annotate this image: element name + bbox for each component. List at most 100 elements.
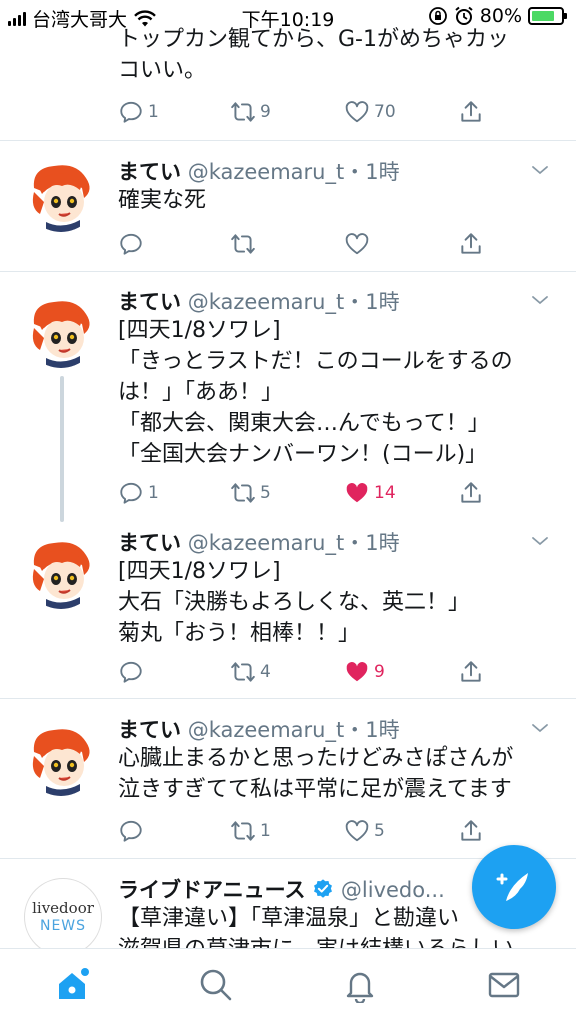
- retweet-count: 5: [260, 483, 271, 503]
- thread-connector-line: [60, 376, 64, 522]
- retweet-icon: [231, 821, 255, 841]
- share-button[interactable]: [458, 478, 484, 508]
- tweet-text-line: [四天1/8ソワレ]: [118, 318, 281, 343]
- alarm-icon: [455, 6, 473, 25]
- display-name[interactable]: まてい: [118, 290, 181, 314]
- share-button[interactable]: [458, 816, 484, 846]
- share-icon: [461, 661, 481, 682]
- retweet-button[interactable]: [230, 229, 256, 259]
- tweet-time: ・1時: [344, 531, 400, 555]
- tweet-text-line: 心臓止まるかと思ったけどみさぽさんが: [118, 746, 514, 771]
- reply-button[interactable]: [118, 229, 144, 259]
- share-icon: [461, 101, 481, 122]
- user-handle[interactable]: @kazeemaru_t: [188, 160, 345, 184]
- tweet-text-line: 大石「決勝もよろしくな、英二！」: [118, 590, 471, 615]
- tweet-header: まてい @kazeemaru_t・1時: [118, 714, 400, 744]
- heart-filled-icon: [346, 662, 368, 682]
- tweet-0-text: トップカン観てから、G-1がめちゃカッ コいい。: [118, 24, 548, 86]
- share-button[interactable]: [458, 97, 484, 127]
- like-button[interactable]: [344, 229, 370, 259]
- reply-count: 1: [148, 102, 159, 122]
- tweet-text-line: トップカン観てから、G-1がめちゃカッ: [118, 27, 509, 52]
- user-handle[interactable]: @kazeemaru_t: [188, 290, 345, 314]
- like-button[interactable]: 14: [344, 478, 396, 508]
- retweet-icon: [231, 483, 255, 503]
- tweet-3-text: [四天1/8ソワレ] 大石「決勝もよろしくな、英二！」 菊丸「おう！相棒！！」: [118, 556, 548, 649]
- bottom-tab-bar: [0, 948, 576, 1024]
- tweet-1-actions: [118, 229, 488, 259]
- reply-button[interactable]: [118, 816, 144, 846]
- tweet-4-actions: 1 5: [118, 816, 488, 846]
- retweet-icon: [231, 662, 255, 682]
- retweet-button[interactable]: 9: [230, 97, 271, 127]
- chevron-down-icon[interactable]: [530, 718, 550, 738]
- retweet-button[interactable]: 4: [230, 657, 271, 687]
- tab-home[interactable]: [52, 965, 92, 1005]
- reply-button[interactable]: 1: [118, 97, 159, 127]
- reply-icon: [120, 820, 142, 842]
- share-icon: [461, 233, 481, 254]
- avatar-illustration: [24, 535, 98, 609]
- share-icon: [461, 820, 481, 841]
- user-handle[interactable]: @kazeemaru_t: [188, 531, 345, 555]
- share-button[interactable]: [458, 657, 484, 687]
- tweet-text-line: 「都大会、関東大会…んでもって！」: [118, 411, 490, 436]
- avatar[interactable]: [24, 535, 98, 609]
- like-count: 9: [374, 662, 385, 682]
- tweet-0-actions: 1 9 70: [118, 97, 488, 127]
- tweet-time: ・1時: [344, 718, 400, 742]
- retweet-count: 9: [260, 102, 271, 122]
- tweet-1-text: 確実な死: [118, 185, 548, 216]
- reply-icon: [120, 101, 142, 123]
- chevron-down-icon[interactable]: [530, 290, 550, 310]
- chevron-down-icon[interactable]: [530, 160, 550, 180]
- avatar-illustration: [24, 722, 98, 796]
- like-button[interactable]: 5: [344, 816, 385, 846]
- display-name[interactable]: ライブドアニュース: [118, 878, 306, 902]
- avatar[interactable]: [24, 294, 98, 368]
- heart-icon: [345, 233, 369, 255]
- retweet-button[interactable]: 1: [230, 816, 271, 846]
- tab-search[interactable]: [196, 965, 236, 1005]
- display-name[interactable]: まてい: [118, 531, 181, 555]
- share-button[interactable]: [458, 229, 484, 259]
- tweet-time: ・1時: [344, 160, 400, 184]
- tweet-3-actions: 4 9: [118, 657, 488, 687]
- avatar[interactable]: [24, 158, 98, 232]
- display-name[interactable]: まてい: [118, 160, 181, 184]
- home-icon: [59, 968, 89, 999]
- avatar[interactable]: livedoor NEWS: [24, 878, 102, 956]
- like-button[interactable]: 70: [344, 97, 396, 127]
- share-icon: [461, 482, 481, 503]
- reply-count: 1: [148, 483, 159, 503]
- tab-notifications[interactable]: [340, 965, 380, 1005]
- battery-icon: [528, 7, 567, 25]
- tweet-header: まてい @kazeemaru_t・1時: [118, 527, 400, 557]
- retweet-count: 4: [260, 662, 271, 682]
- avatar[interactable]: [24, 722, 98, 796]
- messages-icon: [488, 972, 520, 998]
- compose-tweet-button[interactable]: [472, 845, 556, 929]
- tweet-header: まてい @kazeemaru_t・1時: [118, 286, 400, 316]
- reply-button[interactable]: [118, 657, 144, 687]
- divider: [0, 140, 576, 141]
- retweet-icon: [231, 234, 255, 254]
- like-count: 5: [374, 821, 385, 841]
- divider: [0, 698, 576, 699]
- tweet-text-line: は！」「ああ！」: [118, 380, 284, 405]
- like-button[interactable]: 9: [344, 657, 385, 687]
- tab-messages[interactable]: [484, 965, 524, 1005]
- chevron-down-icon[interactable]: [530, 531, 550, 551]
- retweet-button[interactable]: 5: [230, 478, 271, 508]
- tweet-text-line: 確実な死: [118, 188, 207, 213]
- tweet-4-text: 心臓止まるかと思ったけどみさぽさんが 泣きすぎてて私は平常に足が震えてます: [118, 743, 548, 805]
- heart-icon: [345, 820, 369, 842]
- user-handle[interactable]: @kazeemaru_t: [188, 718, 345, 742]
- avatar-illustration: [24, 158, 98, 232]
- tweet-2-actions: 1 5 14: [118, 478, 488, 508]
- tweet-text-line: 滋賀県の草津市に 実は結構いるらしい: [118, 934, 576, 948]
- user-handle[interactable]: @livedo...: [341, 878, 445, 902]
- display-name[interactable]: まてい: [118, 718, 181, 742]
- reply-button[interactable]: 1: [118, 478, 159, 508]
- tweet-text-line: [四天1/8ソワレ]: [118, 559, 281, 584]
